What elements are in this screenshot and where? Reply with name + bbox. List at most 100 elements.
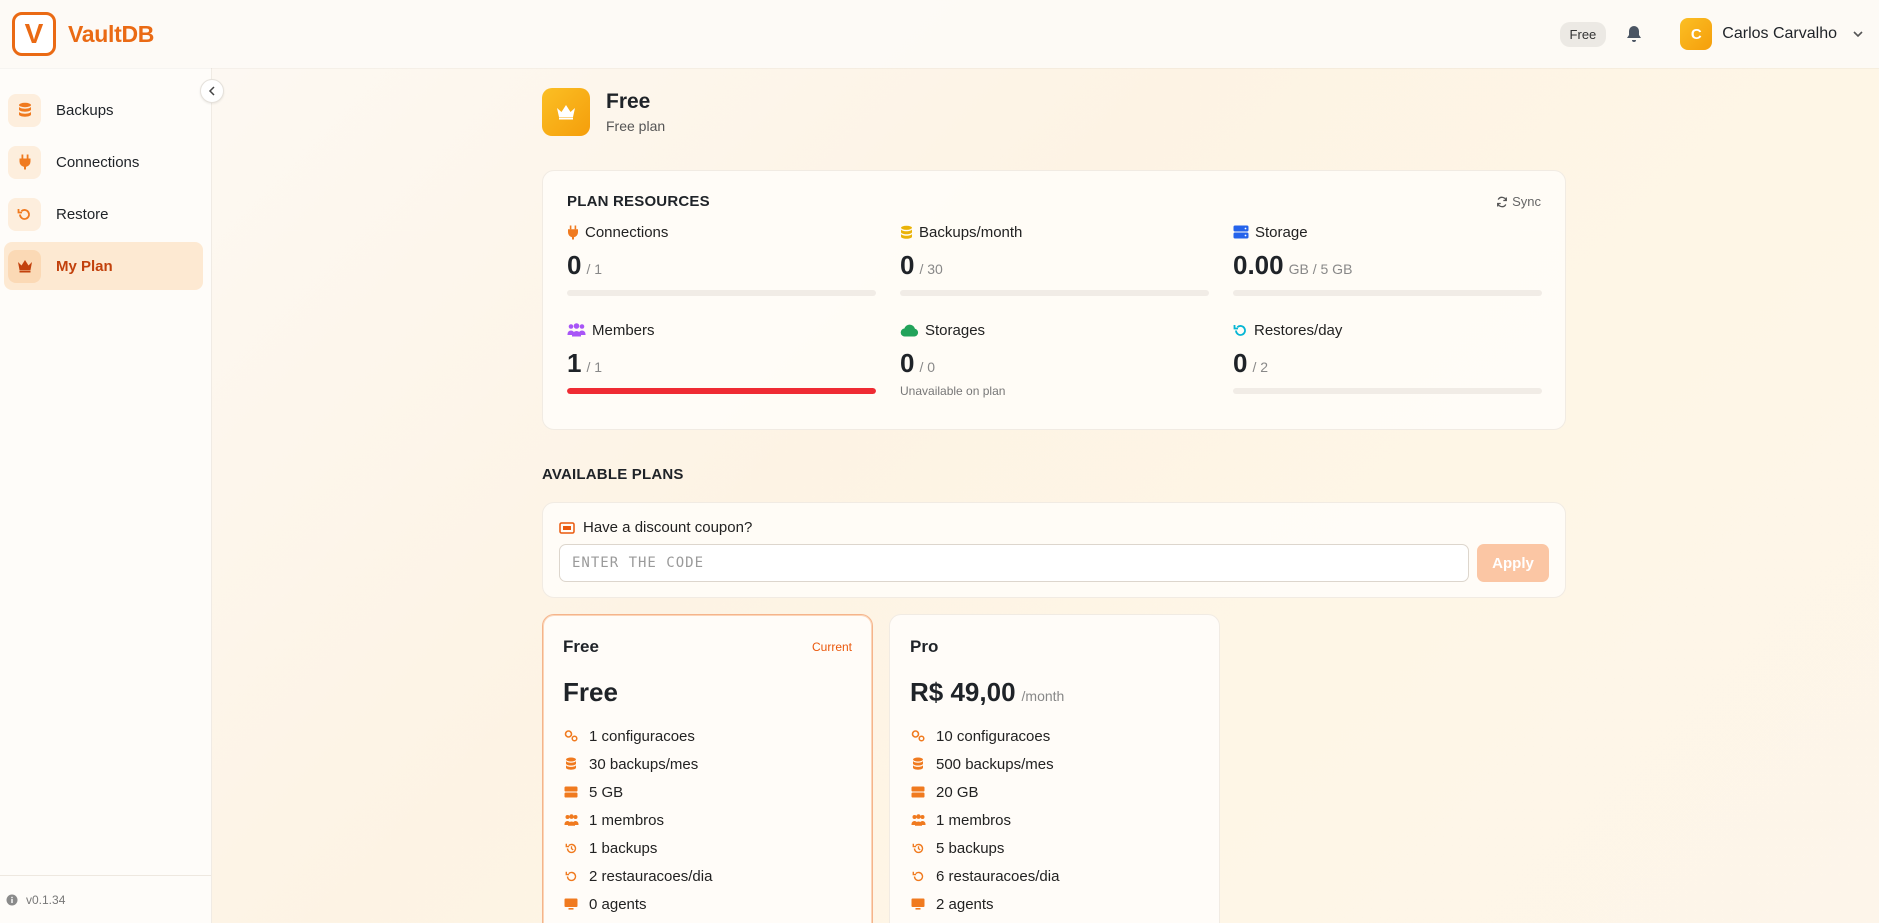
- resource-max: / 0: [919, 359, 936, 375]
- refresh-icon: [1497, 196, 1508, 207]
- plans-list: Free Current Free 1 configuracoes 30 bac…: [542, 614, 1220, 923]
- hard-drive-icon: [1233, 225, 1249, 239]
- feature-text: 1 membros: [936, 811, 1012, 829]
- plan-badge[interactable]: Free: [1559, 21, 1607, 47]
- avatar: C: [1680, 18, 1713, 50]
- collapse-sidebar-button[interactable]: [200, 79, 224, 103]
- usage-bar: [1233, 290, 1542, 296]
- crown-icon: [542, 88, 590, 136]
- resource-max: / 2: [1252, 359, 1269, 375]
- feature-text: 6 restauracoes/dia: [936, 867, 1060, 885]
- database-icon: [563, 756, 579, 772]
- feature-text: 20 GB: [936, 783, 979, 801]
- feature-list: 10 configuracoes 500 backups/mes 20 GB 1…: [910, 722, 1199, 918]
- info-icon: [6, 894, 18, 905]
- usage-bar: [900, 290, 1209, 296]
- brand[interactable]: V VaultDB: [12, 12, 154, 56]
- list-item: 20 GB: [910, 778, 1199, 806]
- monitor-icon: [910, 896, 926, 912]
- feature-text: 5 GB: [589, 783, 624, 801]
- sidebar: Backups Connections Restore My Plan v0.1…: [0, 68, 224, 923]
- restore-icon: [1233, 324, 1246, 336]
- main-content: Free Free plan PLAN RESOURCES Sync Conne…: [542, 88, 1566, 923]
- crown-icon: [8, 249, 41, 283]
- list-item: 30 backups/mes: [563, 750, 852, 778]
- bell-icon[interactable]: [1624, 24, 1644, 44]
- restore-icon: [910, 868, 926, 884]
- coupon-input[interactable]: [559, 544, 1469, 582]
- sidebar-item-label: My Plan: [56, 257, 113, 275]
- sidebar-item-label: Restore: [56, 205, 109, 223]
- feature-text: 1 backups: [589, 839, 658, 857]
- users-icon: [910, 812, 926, 828]
- logo-icon: V: [12, 12, 56, 56]
- history-icon: [563, 840, 579, 856]
- list-item: 2 agents: [910, 890, 1199, 918]
- plan-card-free[interactable]: Free Current Free 1 configuracoes 30 bac…: [542, 614, 873, 923]
- coupon-label: Have a discount coupon?: [583, 519, 753, 536]
- plan-price: Free: [563, 677, 618, 707]
- header-actions: Free C Carlos Carvalho: [1559, 18, 1865, 50]
- apply-button[interactable]: Apply: [1477, 544, 1549, 582]
- config-icon: [910, 728, 926, 744]
- history-icon: [910, 840, 926, 856]
- section-title: AVAILABLE PLANS: [542, 466, 684, 483]
- resource-backups-month: Backups/month 0 / 30: [900, 222, 1209, 320]
- plan-name: Free: [563, 637, 599, 656]
- list-item: 1 membros: [563, 806, 852, 834]
- feature-text: 30 backups/mes: [589, 755, 699, 773]
- feature-text: 0 agents: [589, 895, 647, 913]
- feature-text: 2 agents: [936, 895, 994, 913]
- feature-text: 1 configuracoes: [589, 727, 695, 745]
- resource-label: Restores/day: [1254, 321, 1343, 339]
- hard-drive-icon: [910, 784, 926, 800]
- feature-text: 1 membros: [589, 811, 665, 829]
- resource-value: 0: [900, 250, 915, 280]
- chevron-left-icon: [208, 86, 215, 96]
- sidebar-item-connections[interactable]: Connections: [4, 138, 203, 186]
- sidebar-item-label: Backups: [56, 101, 114, 119]
- resource-max: GB / 5 GB: [1288, 261, 1353, 277]
- user-menu[interactable]: C Carlos Carvalho: [1680, 18, 1865, 50]
- plan-card-pro[interactable]: Pro R$ 49,00 /month 10 configuracoes 500…: [889, 614, 1220, 923]
- sidebar-nav: Backups Connections Restore My Plan: [0, 68, 211, 290]
- plan-name: Pro: [910, 637, 939, 656]
- sync-button[interactable]: Sync: [1496, 194, 1541, 209]
- sidebar-item-backups[interactable]: Backups: [4, 86, 203, 134]
- resource-connections: Connections 0 / 1: [567, 222, 876, 320]
- config-icon: [563, 728, 579, 744]
- monitor-icon: [563, 896, 579, 912]
- sync-label: Sync: [1512, 194, 1541, 209]
- plan-price: R$ 49,00: [910, 677, 1016, 707]
- feature-list: 1 configuracoes 30 backups/mes 5 GB 1 me…: [563, 722, 852, 918]
- list-item: 5 backups: [910, 834, 1199, 862]
- current-badge: Current: [811, 640, 852, 654]
- ticket-icon: [559, 521, 575, 534]
- plug-icon: [8, 145, 41, 179]
- resource-label: Members: [592, 321, 655, 339]
- resource-storages: Storages 0 / 0 Unavailable on plan: [900, 320, 1209, 418]
- plan-resources-card: PLAN RESOURCES Sync Connections 0 / 1 Ba…: [542, 170, 1566, 430]
- list-item: 5 GB: [563, 778, 852, 806]
- usage-bar: [1233, 388, 1542, 394]
- resource-label: Storage: [1255, 223, 1308, 241]
- resource-value: 0: [900, 348, 915, 378]
- users-icon: [563, 812, 579, 828]
- sidebar-item-restore[interactable]: Restore: [4, 190, 203, 238]
- unavailable-note: Unavailable on plan: [900, 384, 1006, 398]
- usage-bar: [567, 388, 876, 394]
- sidebar-footer: v0.1.34: [0, 875, 211, 923]
- feature-text: 2 restauracoes/dia: [589, 867, 713, 885]
- list-item: 1 configuracoes: [563, 722, 852, 750]
- users-icon: [567, 323, 586, 337]
- resource-label: Backups/month: [919, 223, 1023, 241]
- resource-label: Storages: [925, 321, 986, 339]
- sidebar-item-my-plan[interactable]: My Plan: [4, 242, 203, 290]
- usage-bar-fill: [567, 388, 876, 394]
- section-title: PLAN RESOURCES: [567, 193, 710, 210]
- resource-max: / 1: [586, 359, 603, 375]
- plug-icon: [568, 225, 578, 239]
- resource-value: 0.00: [1233, 250, 1284, 280]
- database-icon: [901, 225, 912, 239]
- resource-value: 0: [1233, 348, 1248, 378]
